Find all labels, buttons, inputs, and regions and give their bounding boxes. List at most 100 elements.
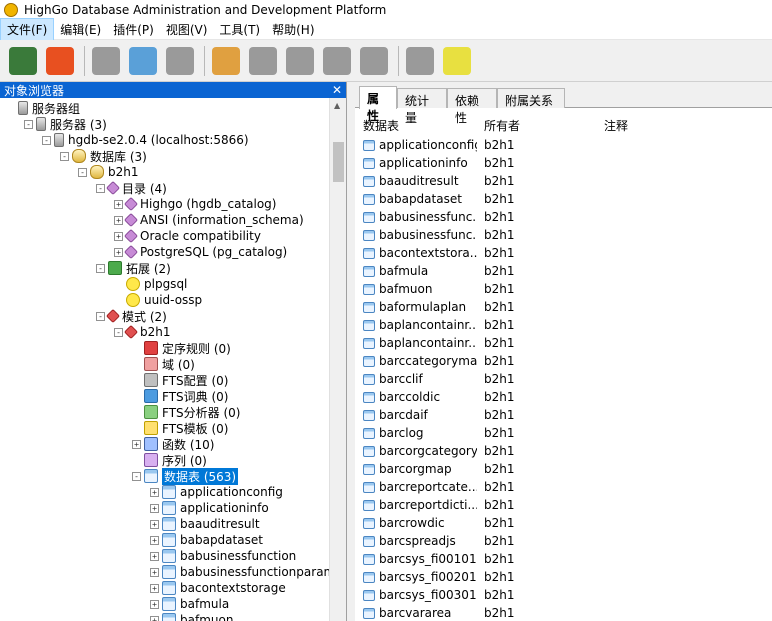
table-row[interactable]: baplancontainr... b2h1 [355, 316, 772, 334]
expand-icon[interactable]: + [114, 199, 123, 209]
menu-file[interactable]: 文件(F) [0, 18, 55, 41]
tab-dependents[interactable]: 附属关系 [497, 88, 565, 108]
tree-node-label[interactable]: 数据表 (563) [162, 467, 239, 485]
tree-node-label[interactable]: babusinessfunction [180, 549, 296, 563]
tree-node-label[interactable]: baauditresult [180, 517, 260, 531]
expand-icon[interactable]: + [150, 583, 159, 593]
tree-node[interactable]: - b2h1 [114, 324, 171, 340]
tree-node[interactable]: + bafmula [150, 596, 229, 612]
table-row[interactable]: barcclif b2h1 [355, 370, 772, 388]
expand-icon[interactable]: + [150, 599, 159, 609]
table-row[interactable]: barcvararea b2h1 [355, 604, 772, 621]
table-row[interactable]: baauditresult b2h1 [355, 172, 772, 190]
tree-node[interactable]: + Highgo (hgdb_catalog) [114, 196, 276, 212]
tree-node[interactable]: - 数据表 (563) [132, 467, 239, 485]
tree-node-label[interactable]: bafmula [180, 597, 229, 611]
table-row[interactable]: barcorgcategory b2h1 [355, 442, 772, 460]
tree-node[interactable]: uuid-ossp [114, 292, 202, 308]
tree-node[interactable]: - 模式 (2) [96, 308, 167, 324]
table-row[interactable]: applicationconfig b2h1 [355, 136, 772, 154]
menu-view[interactable]: 视图(V) [160, 19, 214, 40]
tree-node[interactable]: + babapdataset [150, 532, 263, 548]
tree-node-label[interactable]: 域 (0) [162, 356, 195, 373]
expand-icon[interactable]: + [150, 535, 159, 545]
tab-dependencies[interactable]: 依赖性 [447, 88, 497, 125]
tree-node-label[interactable]: babapdataset [180, 533, 263, 547]
tree-node-label[interactable]: 服务器 (3) [50, 116, 107, 133]
table-row[interactable]: barcsys_fi00301 b2h1 [355, 586, 772, 604]
table-row[interactable]: barcreportdicti... b2h1 [355, 496, 772, 514]
table-row[interactable]: babusinessfunc... b2h1 [355, 208, 772, 226]
collapse-icon[interactable]: - [78, 167, 87, 177]
tree-node[interactable]: + applicationinfo [150, 500, 269, 516]
close-icon[interactable]: ✕ [332, 83, 342, 97]
table-row[interactable]: applicationinfo b2h1 [355, 154, 772, 172]
view-data-button[interactable] [246, 44, 280, 78]
tree-node[interactable]: 域 (0) [132, 356, 195, 372]
tree-node-label[interactable]: bacontextstorage [180, 581, 286, 595]
expand-icon[interactable]: + [114, 231, 123, 241]
tree-node[interactable]: + 函数 (10) [132, 436, 214, 452]
tree-node-label[interactable]: FTS配置 (0) [162, 372, 228, 389]
wrench-button[interactable] [320, 44, 354, 78]
scroll-up-icon[interactable]: ▲ [334, 101, 340, 110]
tree-node-label[interactable]: 序列 (0) [162, 452, 207, 469]
table-row[interactable]: barcsys_fi00101 b2h1 [355, 550, 772, 568]
tree-node-label[interactable]: hgdb-se2.0.4 (localhost:5866) [68, 133, 249, 147]
scrollbar-thumb[interactable] [333, 142, 344, 182]
tree-node-label[interactable]: FTS分析器 (0) [162, 404, 240, 421]
table-row[interactable]: barcrowdic b2h1 [355, 514, 772, 532]
tree-node-label[interactable]: Highgo (hgdb_catalog) [140, 197, 276, 211]
refresh-button[interactable] [43, 44, 77, 78]
expand-icon[interactable]: + [132, 439, 141, 449]
tree-node-label[interactable]: 函数 (10) [162, 436, 214, 453]
tree-node-label[interactable]: FTS词典 (0) [162, 388, 228, 405]
properties-button[interactable] [89, 44, 123, 78]
menu-plugins[interactable]: 插件(P) [107, 19, 160, 40]
expand-icon[interactable]: + [114, 215, 123, 225]
tree-node[interactable]: + applicationconfig [150, 484, 283, 500]
help-button[interactable] [440, 44, 474, 78]
tree-node-label[interactable]: bafmuon [180, 613, 233, 621]
table-row[interactable]: barcdaif b2h1 [355, 406, 772, 424]
tree-node-label[interactable]: 模式 (2) [122, 308, 167, 325]
table-row[interactable]: babapdataset b2h1 [355, 190, 772, 208]
collapse-icon[interactable]: - [114, 327, 123, 337]
tree-node[interactable]: + bafmuon [150, 612, 233, 621]
tree-node[interactable]: + PostgreSQL (pg_catalog) [114, 244, 287, 260]
tree-node-label[interactable]: b2h1 [140, 325, 171, 339]
table-row[interactable]: barccategorymap b2h1 [355, 352, 772, 370]
table-row[interactable]: bafmuon b2h1 [355, 280, 772, 298]
collapse-icon[interactable]: - [132, 471, 141, 481]
tree-node-label[interactable]: 拓展 (2) [126, 260, 171, 277]
hint-button[interactable] [403, 44, 437, 78]
table-row[interactable]: barcorgmap b2h1 [355, 460, 772, 478]
menu-edit[interactable]: 编辑(E) [54, 19, 107, 40]
filter-data-button[interactable] [283, 44, 317, 78]
tree-node-label[interactable]: 定序规则 (0) [162, 340, 231, 357]
table-row[interactable]: baplancontainr... b2h1 [355, 334, 772, 352]
tree-node[interactable]: + babusinessfunctionparamete [150, 564, 330, 580]
tree-node[interactable]: - 拓展 (2) [96, 260, 171, 276]
panel-splitter[interactable] [347, 82, 355, 621]
table-row[interactable]: barclog b2h1 [355, 424, 772, 442]
tree-node-label[interactable]: PostgreSQL (pg_catalog) [140, 245, 287, 259]
tree-node[interactable]: + bacontextstorage [150, 580, 286, 596]
expand-icon[interactable]: + [150, 615, 159, 621]
tree-node-label[interactable]: applicationinfo [180, 501, 269, 515]
menu-help[interactable]: 帮助(H) [266, 19, 320, 40]
plugin-button[interactable] [357, 44, 391, 78]
column-header-comment[interactable]: 注释 [604, 117, 628, 134]
expand-icon[interactable]: + [150, 551, 159, 561]
tree-scrollbar[interactable]: ▲ [329, 98, 346, 621]
tree-node-label[interactable]: applicationconfig [180, 485, 283, 499]
menu-tools[interactable]: 工具(T) [213, 19, 266, 40]
tree-node[interactable]: 序列 (0) [132, 452, 207, 468]
tree-node[interactable]: + Oracle compatibility [114, 228, 261, 244]
tree-node[interactable]: - 目录 (4) [96, 180, 167, 196]
tree-node-label[interactable]: uuid-ossp [144, 293, 202, 307]
tree-node[interactable]: FTS模板 (0) [132, 420, 228, 436]
table-row[interactable]: baformulaplan b2h1 [355, 298, 772, 316]
tree-node[interactable]: + ANSI (information_schema) [114, 212, 304, 228]
table-row[interactable]: barcspreadjs b2h1 [355, 532, 772, 550]
